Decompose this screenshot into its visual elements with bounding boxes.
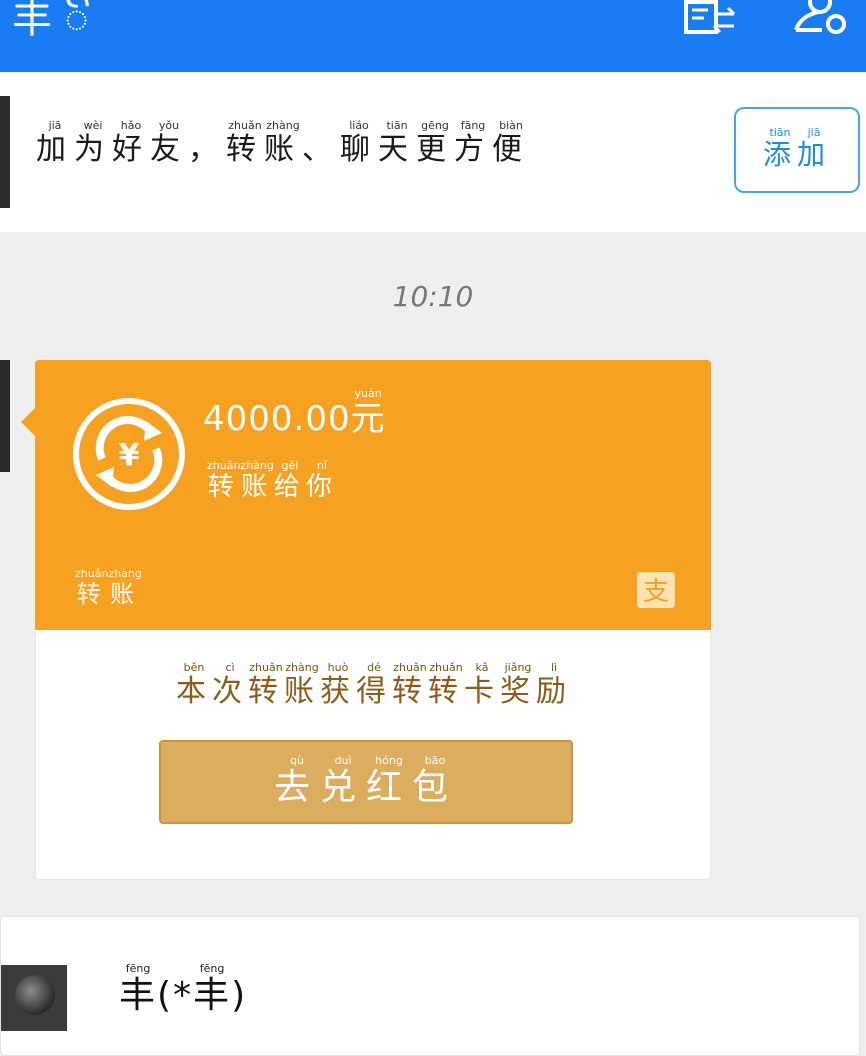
char: 更gēng (416, 119, 454, 167)
char: 聊liáo (340, 119, 378, 167)
add-friend-button[interactable]: 添tiān 加jiā (734, 107, 860, 193)
char: 账zhàng (264, 119, 302, 167)
currency-unit: 元yuán (350, 387, 386, 439)
svg-text:¥: ¥ (119, 438, 140, 473)
char: 去qù (273, 753, 320, 808)
transfer-reward-section: 本běn次cì转zhuǎn账zhàng获huò得dé转zhuǎn转zhuǎn卡k… (35, 630, 711, 880)
person-settings-icon[interactable] (792, 0, 848, 40)
char: 友yǒu (150, 119, 188, 167)
char: 得dé (356, 661, 392, 709)
transfer-message-card[interactable]: ¥ 4000.00元yuán 转zhuǎn账zhàng给gěi你nǐ 转zhuǎ… (21, 360, 711, 880)
char: 丰fēng (119, 962, 158, 1016)
char: 加jiā (36, 119, 74, 167)
transfer-to-you: 转zhuǎn账zhàng给gěi你nǐ (207, 459, 338, 503)
sender-avatar[interactable] (0, 360, 10, 472)
char: 次cì (212, 661, 248, 709)
char: 便biàn (492, 119, 530, 167)
char: 卡kǎ (464, 661, 500, 709)
add-friend-prompt: 加jiā为wèi好hǎo友yǒu， 转zhuǎn账zhàng、 聊liáo天ti… (36, 119, 530, 168)
char: 添tiān (762, 126, 797, 171)
char: 账zhàng (284, 661, 320, 709)
char: 转zhuǎn (428, 661, 464, 709)
char: 方fāng (454, 119, 492, 167)
char: 兑duì (319, 753, 366, 808)
char: 获huò (320, 661, 356, 709)
char: 转zhuǎn (248, 661, 284, 709)
char: 奖jiǎng (500, 661, 536, 709)
char: 转zhuǎn (392, 661, 428, 709)
message-timestamp: 10:10 (392, 280, 474, 313)
char: 包bāo (412, 753, 459, 808)
char: 丰fēng (193, 962, 232, 1016)
alipay-logo-icon: 支 (637, 572, 675, 608)
char: * (173, 975, 194, 1016)
char: ) (231, 975, 248, 1016)
contact-name: 丰fēng( * 丰fēng) (119, 962, 248, 1018)
char: 本běn (176, 661, 212, 709)
amount-value: 4000.00 (203, 399, 351, 439)
char: 好hǎo (112, 119, 150, 167)
svg-text:支: 支 (643, 577, 669, 607)
char: 励lì (536, 661, 572, 709)
char: 天tiān (378, 119, 416, 167)
char: ( (157, 975, 174, 1016)
bubble-tail (21, 408, 35, 436)
contact-card[interactable]: 丰fēng( * 丰fēng) (0, 916, 860, 1056)
transfer-amount: 4000.00元yuán (203, 387, 386, 440)
char: 给gěi (273, 459, 306, 502)
transfer-card-header[interactable]: ¥ 4000.00元yuán 转zhuǎn账zhàng给gěi你nǐ 转zhuǎ… (35, 360, 711, 630)
transfer-coin-icon: ¥ (73, 398, 185, 510)
char: 红hóng (366, 753, 413, 808)
char: 为wèi (74, 119, 112, 167)
reward-notice: 本běn次cì转zhuǎn账zhàng获huò得dé转zhuǎn转zhuǎn卡k… (36, 661, 712, 710)
char: 转zhuǎn (207, 459, 241, 502)
char: ， (188, 132, 226, 167)
char: 账zhàng (240, 459, 274, 502)
redeem-red-packet-button[interactable]: 去qù 兑duì 红hóng 包bāo (159, 740, 573, 824)
transfer-type-label: 转zhuǎn账zhàng (75, 567, 142, 609)
char: 你nǐ (305, 459, 338, 502)
char: 转zhuǎn (75, 567, 109, 608)
char: 账zhàng (108, 567, 142, 608)
contact-avatar[interactable] (1, 965, 67, 1031)
chat-title: 丰 ꦼ (12, 0, 89, 42)
char: 、 (302, 132, 340, 167)
contacts-swap-icon[interactable] (682, 0, 738, 40)
friend-avatar (0, 96, 10, 208)
char: 加jiā (797, 126, 832, 171)
char: 元yuán (350, 387, 386, 439)
top-bar: 丰 ꦼ (0, 0, 866, 72)
char: 转zhuǎn (226, 119, 264, 167)
